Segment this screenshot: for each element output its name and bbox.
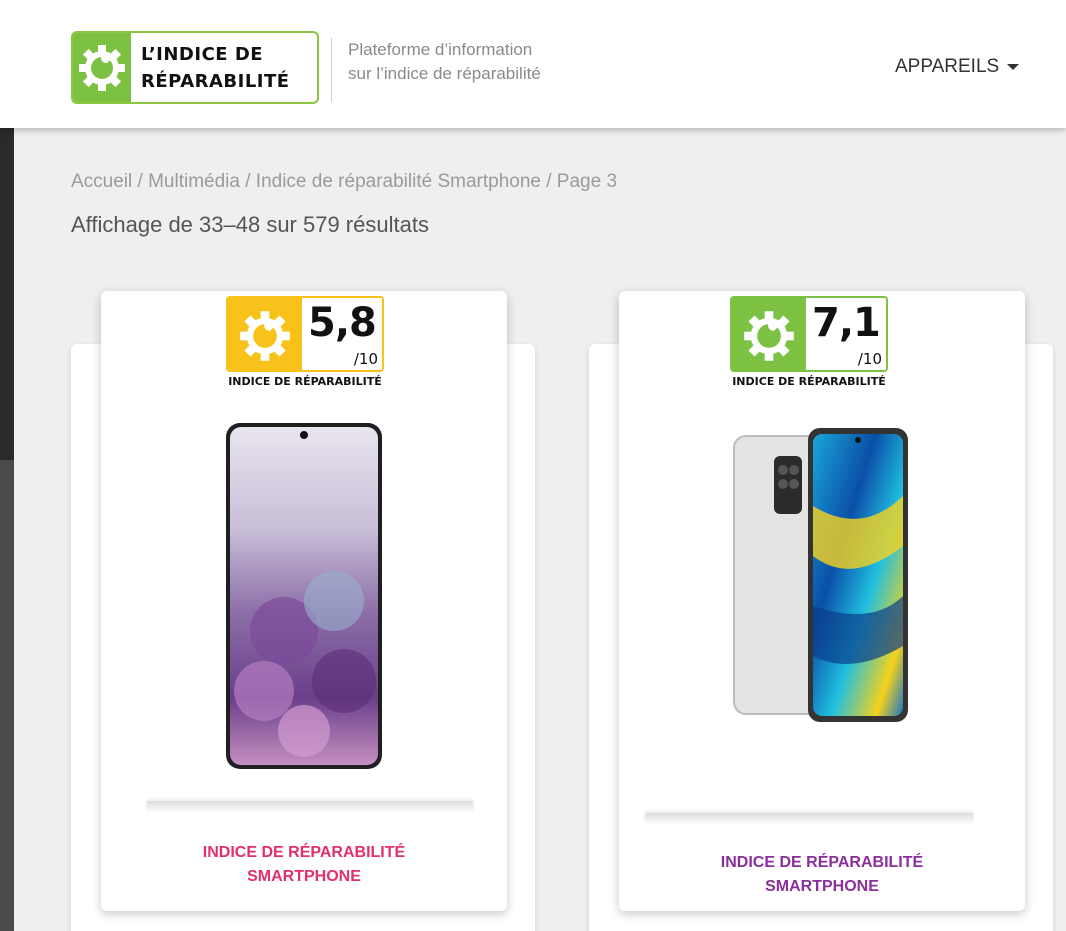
- logo-title-line1: L’INDICE DE: [141, 43, 264, 65]
- score-value: 7,1: [812, 300, 881, 346]
- nav-appareils-label: APPAREILS: [895, 56, 1000, 77]
- product-title-line2: SMARTPHONE: [247, 868, 361, 885]
- results-count: Affichage de 33–48 sur 579 résultats: [71, 212, 429, 237]
- wrench-gear-icon: [732, 298, 806, 370]
- score-scale: /10: [353, 350, 378, 368]
- card-divider: [645, 813, 973, 825]
- tagline-line1: Plateforme d’information: [348, 40, 533, 59]
- wrench-gear-icon: [228, 298, 302, 370]
- product-title-line1: INDICE DE RÉPARABILITÉ: [720, 854, 924, 871]
- product-title-line1: INDICE DE RÉPARABILITÉ: [202, 844, 406, 861]
- repairability-badge: 5,8 /10 INDICE DE RÉPARABILITÉ: [226, 296, 384, 388]
- site-header: L’INDICE DE RÉPARABILITÉ Plateforme d’in…: [0, 0, 1066, 128]
- smartphone-image: [733, 428, 908, 722]
- score-value: 5,8: [308, 300, 377, 346]
- tagline-line2: sur l’indice de réparabilité: [348, 64, 541, 83]
- breadcrumb[interactable]: Accueil / Multimédia / Indice de réparab…: [71, 171, 617, 193]
- product-title[interactable]: INDICE DE RÉPARABILITÉ SMARTPHONE: [101, 841, 507, 889]
- product-title-line2: SMARTPHONE: [765, 878, 879, 895]
- logo-title-line2: RÉPARABILITÉ: [141, 70, 290, 92]
- product-image[interactable]: [101, 416, 507, 776]
- product-image[interactable]: [619, 421, 1025, 731]
- caret-down-icon: [1007, 64, 1020, 70]
- site-logo[interactable]: L’INDICE DE RÉPARABILITÉ: [71, 31, 319, 104]
- product-title[interactable]: INDICE DE RÉPARABILITÉ SMARTPHONE: [619, 851, 1025, 899]
- score-scale: /10: [857, 350, 882, 368]
- left-edge-lower: [0, 460, 14, 931]
- repairability-badge: 7,1 /10 INDICE DE RÉPARABILITÉ: [730, 296, 888, 388]
- product-card[interactable]: 7,1 /10 INDICE DE RÉPARABILITÉ INDICE DE…: [619, 291, 1025, 911]
- badge-label: INDICE DE RÉPARABILITÉ: [228, 375, 382, 388]
- product-card[interactable]: 5,8 /10 INDICE DE RÉPARABILITÉ INDICE DE…: [101, 291, 507, 911]
- card-divider: [147, 801, 473, 813]
- smartphone-image: [226, 423, 382, 769]
- site-tagline: Plateforme d’information sur l’indice de…: [331, 38, 541, 102]
- badge-label: INDICE DE RÉPARABILITÉ: [732, 375, 886, 388]
- wrench-gear-icon: [73, 33, 131, 102]
- nav-appareils-dropdown[interactable]: APPAREILS: [895, 56, 1020, 78]
